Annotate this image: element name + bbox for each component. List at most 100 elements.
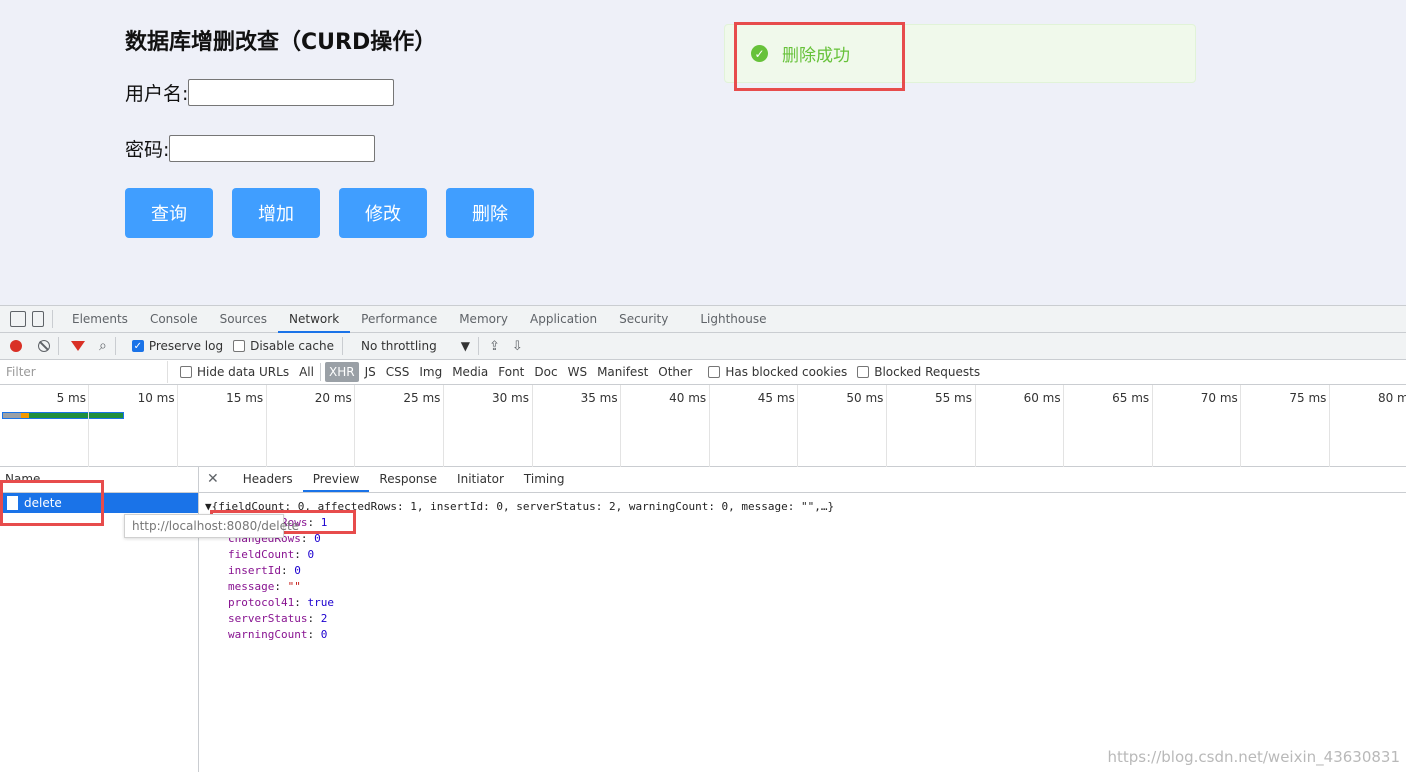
checkbox-icon (233, 340, 246, 352)
json-key: message (228, 580, 275, 593)
tab-network[interactable]: Network (278, 306, 351, 333)
type-filter-xhr[interactable]: XHR (324, 362, 359, 382)
username-label: 用户名: (125, 83, 189, 105)
divider (114, 337, 116, 355)
json-property-row: message: "" (228, 580, 301, 593)
type-filter-img[interactable]: Img (415, 362, 446, 382)
throttling-select[interactable]: No throttling ▼ (361, 339, 470, 353)
timeline-gridline (974, 385, 976, 467)
type-filter-all[interactable]: All (295, 362, 318, 382)
timeline-gridline (1240, 385, 1242, 467)
timeline-gridline (1063, 385, 1065, 467)
tab-elements[interactable]: Elements (61, 306, 139, 333)
json-key: serverStatus (228, 612, 308, 625)
json-value: true (307, 596, 334, 609)
timeline-tick-label: 60 ms (1023, 391, 1061, 405)
json-key: insertId (228, 564, 281, 577)
chevron-down-icon: ▼ (460, 339, 470, 353)
timeline-gridline (1151, 385, 1153, 467)
highlight-box-toast (734, 22, 905, 91)
type-filter-media[interactable]: Media (448, 362, 492, 382)
add-button[interactable]: 增加 (232, 188, 320, 238)
password-row: 密码: (125, 135, 376, 162)
json-key: warningCount (228, 628, 308, 641)
delete-button[interactable]: 删除 (446, 188, 534, 238)
json-preview: ▼{fieldCount: 0, affectedRows: 1, insert… (199, 493, 1406, 643)
timeline-gridline (265, 385, 267, 467)
device-toolbar-icon[interactable] (32, 311, 44, 327)
divider (319, 363, 321, 381)
watermark: https://blog.csdn.net/weixin_43630831 (1107, 748, 1400, 766)
type-filter-font[interactable]: Font (494, 362, 528, 382)
type-filter-other[interactable]: Other (654, 362, 696, 382)
disable-cache-label: Disable cache (250, 339, 334, 353)
tab-timing[interactable]: Timing (514, 466, 575, 492)
preserve-log-checkbox[interactable]: ✓ Preserve log (131, 339, 223, 353)
timeline-tick-label: 15 ms (226, 391, 264, 405)
action-buttons: 查询 增加 修改 删除 (125, 188, 534, 238)
blocked-requests-label: Blocked Requests (874, 365, 981, 379)
export-har-icon[interactable]: ⇩ (512, 339, 523, 354)
tab-sources[interactable]: Sources (209, 306, 278, 333)
record-icon[interactable] (10, 340, 22, 352)
highlight-box-request (0, 480, 104, 526)
tab-preview[interactable]: Preview (302, 466, 370, 492)
json-property-row: fieldCount: 0 (228, 548, 315, 561)
filter-bar: Filter Hide data URLs All XHR JS CSS Img… (0, 360, 1406, 385)
tab-security[interactable]: Security (608, 306, 679, 333)
disable-cache-checkbox[interactable]: Disable cache (233, 339, 334, 353)
timeline-tick-label: 75 ms (1289, 391, 1327, 405)
tab-lighthouse[interactable]: Lighthouse (689, 306, 777, 333)
timeline-tick-label: 45 ms (757, 391, 795, 405)
divider (477, 337, 479, 355)
network-toolbar: ⌕ ✓ Preserve log Disable cache No thrott… (0, 333, 1406, 360)
hide-data-urls-label: Hide data URLs (197, 365, 290, 379)
timeline-tick-label: 70 ms (1200, 391, 1238, 405)
clear-icon[interactable] (38, 340, 50, 352)
tab-response[interactable]: Response (369, 466, 447, 492)
json-value: 0 (320, 628, 328, 641)
throttling-value: No throttling (360, 339, 437, 353)
query-button[interactable]: 查询 (125, 188, 213, 238)
filter-input[interactable]: Filter (0, 361, 168, 383)
tab-performance[interactable]: Performance (350, 306, 448, 333)
type-filter-css[interactable]: CSS (382, 362, 414, 382)
type-filter-manifest[interactable]: Manifest (593, 362, 652, 382)
has-blocked-cookies-checkbox[interactable]: Has blocked cookies (708, 365, 847, 379)
inspect-element-icon[interactable] (10, 311, 26, 327)
waterfall-bar (2, 412, 124, 419)
checkbox-icon (857, 366, 870, 378)
tab-console[interactable]: Console (139, 306, 209, 333)
waterfall-overview[interactable]: 5 ms 10 ms 15 ms 20 ms 25 ms 30 ms 35 ms 40 ms 4… (0, 385, 1406, 467)
request-url-tooltip: http://localhost:8080/delete (124, 514, 299, 538)
devtools-panel: Elements Console Sources Network Perform… (0, 305, 1406, 772)
json-property-row: warningCount: 0 (228, 628, 328, 641)
password-label: 密码: (125, 139, 170, 161)
tab-memory[interactable]: Memory (448, 306, 519, 333)
timeline-tick-label: 40 ms (669, 391, 707, 405)
checkbox-checked-icon: ✓ (131, 340, 144, 352)
close-icon[interactable]: ✕ (207, 471, 219, 487)
tab-initiator[interactable]: Initiator (447, 466, 514, 492)
update-button[interactable]: 修改 (339, 188, 427, 238)
type-filter-doc[interactable]: Doc (530, 362, 561, 382)
timeline-gridline (531, 385, 533, 467)
timeline-gridline (177, 385, 179, 467)
username-input[interactable] (188, 79, 395, 106)
tab-application[interactable]: Application (519, 306, 608, 333)
tab-headers[interactable]: Headers (233, 466, 303, 492)
json-property-row: protocol41: true (228, 596, 334, 609)
timeline-gridline (620, 385, 622, 467)
request-detail: ✕ Headers Preview Response Initiator Tim… (199, 466, 1406, 772)
search-icon[interactable]: ⌕ (99, 338, 107, 354)
filter-icon[interactable] (71, 341, 85, 351)
hide-data-urls-checkbox[interactable]: Hide data URLs (180, 365, 289, 379)
type-filter-js[interactable]: JS (361, 362, 380, 382)
timeline-tick-label: 80 ms (1377, 391, 1406, 405)
type-filter-ws[interactable]: WS (564, 362, 591, 382)
blocked-requests-checkbox[interactable]: Blocked Requests (857, 365, 980, 379)
password-input[interactable] (169, 135, 376, 162)
import-har-icon[interactable]: ⇪ (489, 339, 500, 354)
json-summary-row[interactable]: ▼{fieldCount: 0, affectedRows: 1, insert… (205, 499, 1406, 515)
username-row: 用户名: (125, 79, 395, 106)
